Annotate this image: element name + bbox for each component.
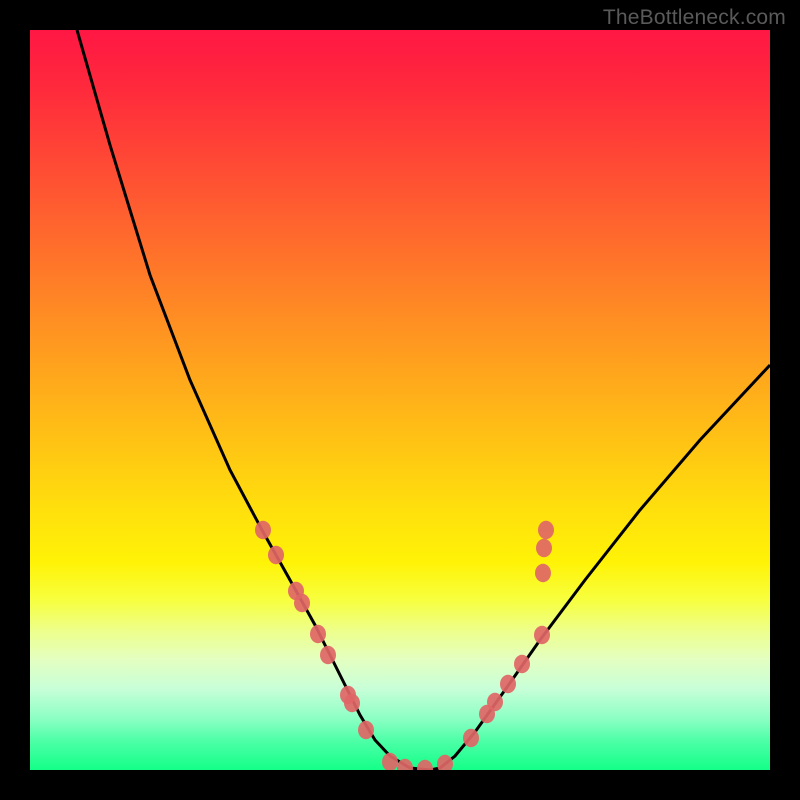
data-markers [255, 521, 554, 770]
data-marker [255, 521, 271, 539]
data-marker [514, 655, 530, 673]
data-marker [437, 755, 453, 770]
data-marker [538, 521, 554, 539]
data-marker [310, 625, 326, 643]
data-marker [536, 539, 552, 557]
data-marker [487, 693, 503, 711]
data-marker [294, 594, 310, 612]
data-marker [382, 753, 398, 770]
data-marker [500, 675, 516, 693]
data-marker [534, 626, 550, 644]
data-marker [268, 546, 284, 564]
data-marker [320, 646, 336, 664]
data-marker [358, 721, 374, 739]
chart-svg [30, 30, 770, 770]
watermark-text: TheBottleneck.com [603, 6, 786, 30]
data-marker [417, 760, 433, 770]
data-marker [344, 694, 360, 712]
data-marker [463, 729, 479, 747]
plot-area [30, 30, 770, 770]
bottleneck-curve [77, 30, 770, 770]
data-marker [535, 564, 551, 582]
chart-frame: TheBottleneck.com [0, 0, 800, 800]
